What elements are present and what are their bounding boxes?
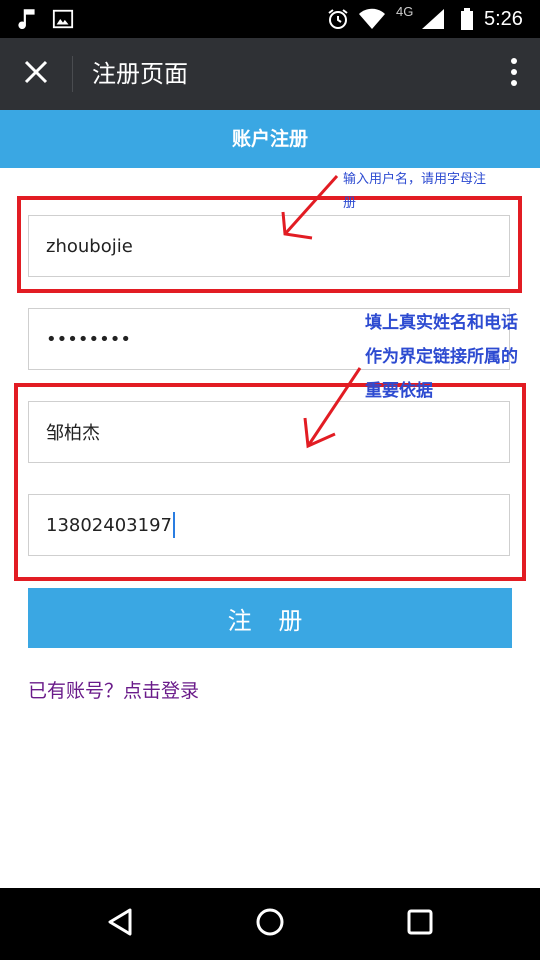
navigation-bar: [0, 888, 540, 960]
arrow-to-name-phone: [303, 367, 362, 449]
back-triangle-icon: [106, 907, 134, 941]
arrow-to-username: [281, 174, 339, 240]
home-nav-button[interactable]: [240, 888, 300, 960]
recent-square-icon: [407, 909, 433, 939]
annotation-arrows: [281, 174, 362, 449]
back-nav-button[interactable]: [90, 888, 150, 960]
home-circle-icon: [255, 907, 285, 941]
recent-apps-nav-button[interactable]: [390, 888, 450, 960]
